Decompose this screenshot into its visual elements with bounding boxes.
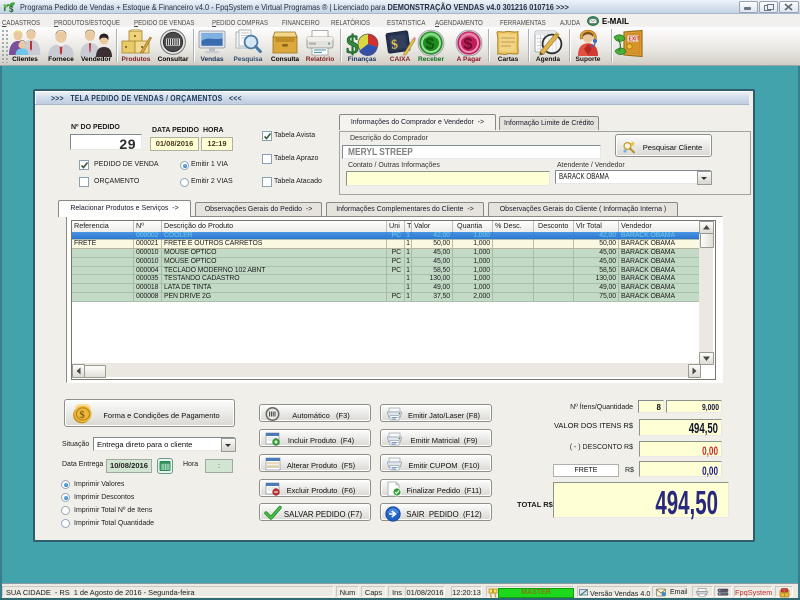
svg-text:$: $ [9, 5, 14, 13]
svg-text:$: $ [426, 36, 435, 53]
svg-text:$: $ [464, 36, 473, 53]
svg-text:EXIT: EXIT [629, 37, 640, 43]
svg-text:$: $ [346, 30, 359, 57]
